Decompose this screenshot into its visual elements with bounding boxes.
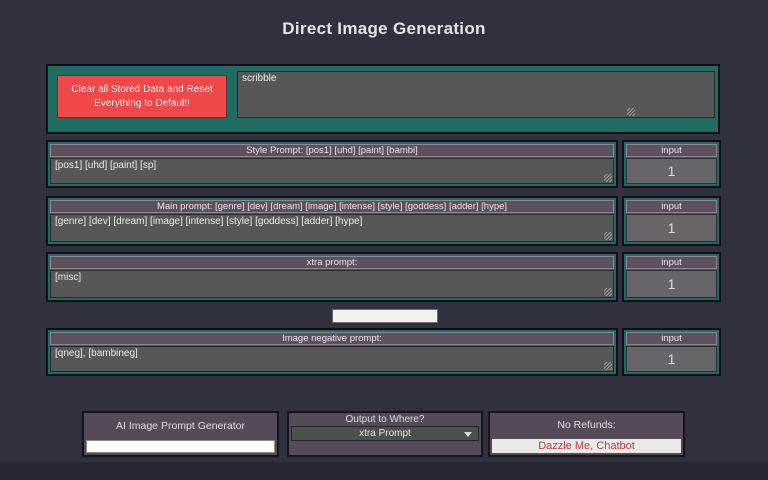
app-window: Direct Image Generation Clear all Stored…	[0, 0, 768, 480]
count-input[interactable]: 1	[626, 158, 717, 184]
no-refunds-label: No Refunds:	[557, 419, 616, 431]
output-where-box: Output to Where? xtra Prompt	[287, 411, 483, 457]
count-input[interactable]: 1	[626, 270, 717, 298]
style-prompt-label: Style Prompt: [pos1] [uhd] [paint] [bamb…	[50, 144, 614, 157]
reset-section: Clear all Stored Data and Reset Everythi…	[46, 64, 720, 134]
prompt-generator-input[interactable]	[86, 440, 275, 453]
output-where-spacer	[289, 441, 481, 455]
output-where-select[interactable]: xtra Prompt	[291, 426, 479, 441]
count-input[interactable]: 1	[626, 346, 717, 372]
main-prompt-textarea[interactable]: [genre] [dev] [dream] [image] [intense] …	[50, 214, 614, 242]
blank-button[interactable]	[332, 309, 438, 323]
xtra-prompt-label: xtra prompt:	[50, 256, 614, 269]
style-prompt-row: Style Prompt: [pos1] [uhd] [paint] [bamb…	[46, 140, 618, 188]
resize-handle[interactable]	[604, 288, 612, 296]
main-prompt-label: Main prompt: [genre] [dev] [dream] [imag…	[50, 200, 614, 213]
main-prompt-count-section: input 1	[622, 196, 721, 246]
input-label: input	[626, 256, 717, 269]
xtra-prompt-textarea[interactable]: [misc]	[50, 270, 614, 298]
prompt-generator-label: AI Image Prompt Generator	[116, 419, 245, 432]
bottom-bar	[0, 462, 768, 480]
resize-handle[interactable]	[627, 108, 635, 116]
dazzle-me-link[interactable]: Dazzle Me, Chatbot	[492, 439, 681, 453]
input-label: input	[626, 332, 717, 345]
scribble-textarea[interactable]: scribble	[237, 71, 715, 118]
count-input[interactable]: 1	[626, 214, 717, 242]
output-where-selected: xtra Prompt	[359, 428, 411, 439]
style-prompt-textarea[interactable]: [pos1] [uhd] [paint] [sp]	[50, 158, 614, 184]
negative-prompt-textarea[interactable]: [qneg], [bambineg]	[50, 346, 614, 372]
negative-prompt-count-section: input 1	[622, 328, 721, 376]
style-prompt-count-section: input 1	[622, 140, 721, 188]
output-where-label: Output to Where?	[345, 414, 425, 425]
page-title: Direct Image Generation	[282, 19, 486, 38]
main-prompt-row: Main prompt: [genre] [dev] [dream] [imag…	[46, 196, 618, 246]
xtra-prompt-row: xtra prompt: [misc]	[46, 252, 618, 302]
chevron-down-icon	[464, 432, 472, 437]
input-label: input	[626, 144, 717, 157]
resize-handle[interactable]	[604, 232, 612, 240]
input-label: input	[626, 200, 717, 213]
negative-prompt-row: Image negative prompt: [qneg], [bambineg…	[46, 328, 618, 376]
prompt-generator-box: AI Image Prompt Generator	[82, 411, 279, 457]
reset-button[interactable]: Clear all Stored Data and Reset Everythi…	[57, 75, 227, 118]
resize-handle[interactable]	[604, 362, 612, 370]
xtra-prompt-count-section: input 1	[622, 252, 721, 302]
resize-handle[interactable]	[604, 174, 612, 182]
negative-prompt-label: Image negative prompt:	[50, 332, 614, 345]
no-refunds-box: No Refunds: Dazzle Me, Chatbot	[488, 411, 685, 457]
